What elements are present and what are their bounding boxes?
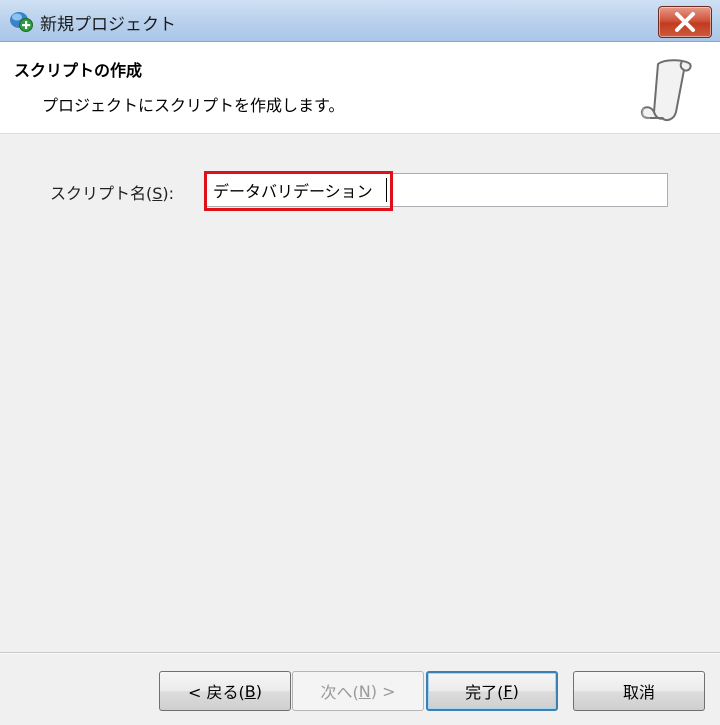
next-button[interactable]: 次へ(N) >	[292, 671, 424, 711]
finish-button[interactable]: 完了(F)	[426, 671, 558, 711]
project-add-icon	[8, 9, 34, 33]
back-button[interactable]: < 戻る(B)	[159, 671, 291, 711]
close-button[interactable]	[658, 6, 712, 38]
page-title: スクリプトの作成	[14, 61, 143, 80]
cancel-button[interactable]: 取消	[573, 671, 705, 711]
window-title: 新規プロジェクト	[40, 15, 176, 35]
title-bar[interactable]: 新規プロジェクト	[0, 0, 720, 42]
text-caret	[386, 178, 387, 202]
wizard-header: スクリプトの作成 プロジェクトにスクリプトを作成します。	[0, 42, 720, 134]
page-description: プロジェクトにスクリプトを作成します。	[42, 96, 345, 115]
new-project-dialog: 新規プロジェクト スクリプトの作成 プロジェクトにスクリプトを作成します。 スク…	[0, 0, 720, 725]
script-name-input[interactable]	[204, 173, 668, 207]
close-icon	[675, 12, 695, 32]
script-name-label: スクリプト名(S):	[50, 184, 175, 203]
footer-divider-highlight	[0, 653, 720, 654]
scroll-icon	[636, 56, 694, 126]
